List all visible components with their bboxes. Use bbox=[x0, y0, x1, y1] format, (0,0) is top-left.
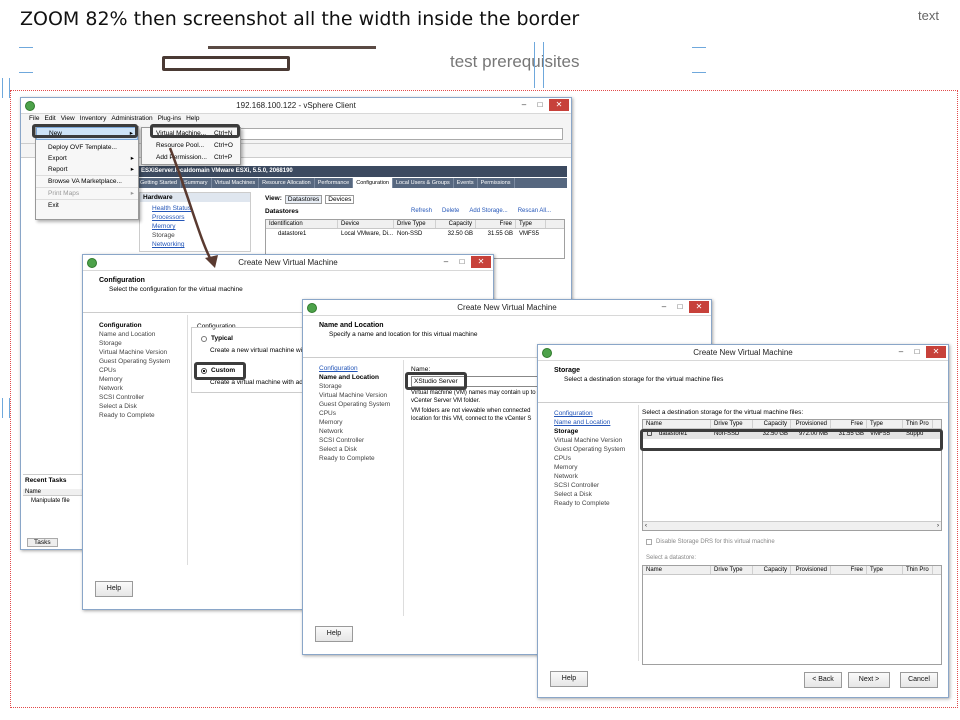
arrow-head-icon bbox=[205, 255, 218, 268]
flow-arrow bbox=[168, 147, 218, 268]
arrow-path bbox=[168, 147, 214, 263]
